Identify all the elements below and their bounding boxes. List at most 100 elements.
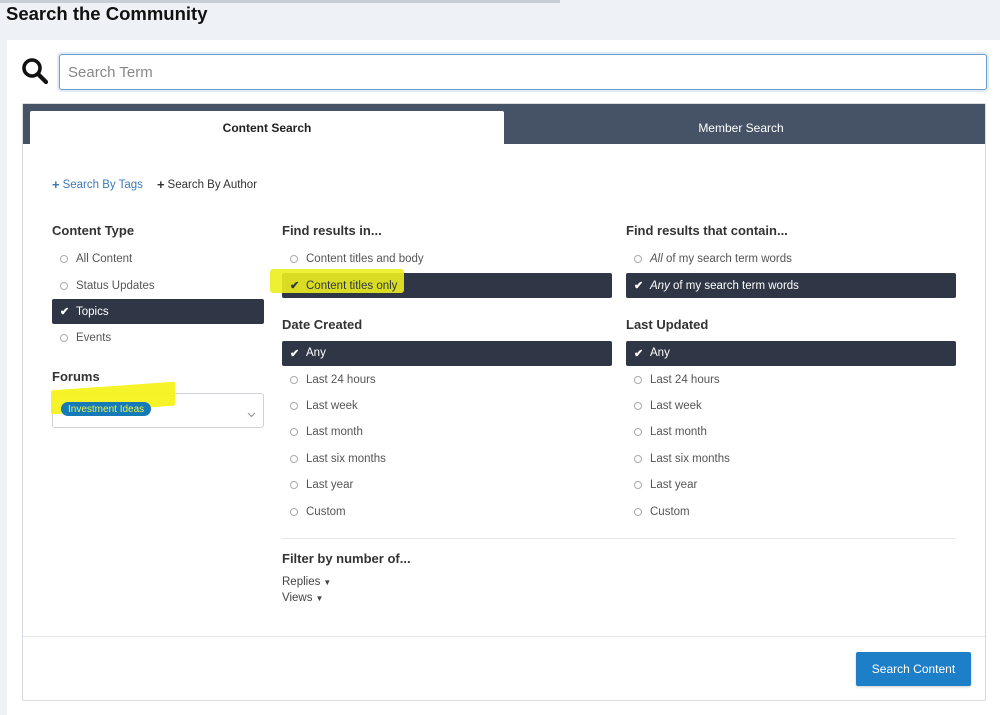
date-created-title: Date Created xyxy=(282,317,363,332)
content-type-title: Content Type xyxy=(52,223,135,238)
date-created-month[interactable]: Last month xyxy=(282,419,612,445)
last-updated-options: ✔ Any Last 24 hours Last week Last month … xyxy=(626,340,956,525)
option-label: Custom xyxy=(306,505,346,518)
check-icon: ✔ xyxy=(290,347,300,360)
last-updated-title: Last Updated xyxy=(626,317,709,332)
check-icon: ✔ xyxy=(634,280,644,293)
option-events[interactable]: Events xyxy=(52,325,264,351)
option-label: Any xyxy=(306,347,326,360)
search-input[interactable] xyxy=(59,54,987,90)
option-label: of my search term words xyxy=(662,253,792,266)
option-all-content[interactable]: All Content xyxy=(52,246,264,272)
date-created-six-months[interactable]: Last six months xyxy=(282,446,612,472)
caret-down-icon: ▼ xyxy=(323,577,332,587)
date-created-any[interactable]: ✔ Any xyxy=(282,340,612,366)
search-row xyxy=(21,54,987,90)
search-by-author-label: Search By Author xyxy=(167,178,258,191)
forum-chip-label: Investment Ideas xyxy=(68,403,145,415)
option-label: Last year xyxy=(306,479,354,492)
replies-filter[interactable]: Replies ▼ xyxy=(282,576,331,588)
option-label: Any xyxy=(650,347,670,360)
date-created-24h[interactable]: Last 24 hours xyxy=(282,366,612,392)
contain-options: All of my search term words ✔ Any of my s… xyxy=(626,246,956,299)
option-label: Last year xyxy=(650,479,698,492)
find-in-options: Content titles and body ✔ Content titles… xyxy=(270,246,612,299)
date-created-year[interactable]: Last year xyxy=(282,472,612,498)
option-label: Last six months xyxy=(650,452,730,465)
search-by-author-link[interactable]: + Search By Author xyxy=(157,177,257,192)
last-updated-custom[interactable]: Custom xyxy=(626,498,956,524)
chevron-down-icon xyxy=(247,406,256,418)
search-by-tags-label: Search By Tags xyxy=(62,178,143,191)
radio-icon xyxy=(634,428,642,437)
tab-member-search[interactable]: Member Search xyxy=(504,111,978,144)
search-option-links: + Search By Tags + Search By Author xyxy=(52,177,257,192)
option-label: of my search term words xyxy=(669,279,799,292)
last-updated-week[interactable]: Last week xyxy=(626,393,956,419)
plus-icon: + xyxy=(52,177,60,192)
content-type-options: All Content Status Updates ✔ Topics Event… xyxy=(52,246,264,352)
option-label: Last month xyxy=(650,426,707,439)
search-by-tags-link[interactable]: + Search By Tags xyxy=(52,177,143,192)
radio-icon xyxy=(60,334,68,343)
plus-icon: + xyxy=(156,177,165,192)
views-label: Views xyxy=(282,592,313,604)
option-label-emphasis: All xyxy=(650,253,663,266)
search-icon xyxy=(21,57,49,85)
check-icon: ✔ xyxy=(634,347,644,360)
option-label: Status Updates xyxy=(76,279,155,292)
option-titles-only[interactable]: ✔ Content titles only xyxy=(270,269,612,299)
date-created-options: ✔ Any Last 24 hours Last week Last month … xyxy=(282,340,612,525)
option-label: Content titles and body xyxy=(306,253,424,266)
radio-icon xyxy=(290,454,298,463)
option-label: Last six months xyxy=(306,452,386,465)
forums-title: Forums xyxy=(52,369,100,384)
radio-icon xyxy=(290,255,298,264)
option-label: Last 24 hours xyxy=(650,373,720,386)
option-label: Last month xyxy=(306,426,363,439)
option-topics[interactable]: ✔ Topics xyxy=(52,299,264,325)
option-label: Last 24 hours xyxy=(306,373,376,386)
option-label: All Content xyxy=(76,253,133,266)
radio-icon xyxy=(634,401,642,410)
radio-icon xyxy=(60,255,68,264)
search-panel: Content Search Member Search + Search By… xyxy=(22,103,986,701)
last-updated-24h[interactable]: Last 24 hours xyxy=(626,366,956,392)
radio-icon xyxy=(634,481,642,490)
date-created-week[interactable]: Last week xyxy=(282,393,612,419)
option-label: Content titles only xyxy=(306,279,398,292)
divider xyxy=(282,538,956,539)
radio-icon xyxy=(290,375,298,384)
radio-icon xyxy=(290,401,298,410)
date-created-custom[interactable]: Custom xyxy=(282,498,612,524)
option-all-words[interactable]: All of my search term words xyxy=(626,246,956,272)
radio-icon xyxy=(290,481,298,490)
replies-label: Replies xyxy=(282,576,321,588)
tab-content-search[interactable]: Content Search xyxy=(30,111,504,144)
views-filter[interactable]: Views ▼ xyxy=(282,592,323,604)
option-any-words[interactable]: ✔ Any of my search term words xyxy=(626,273,956,299)
forum-chip[interactable]: Investment Ideas xyxy=(61,402,152,416)
search-content-button[interactable]: Search Content xyxy=(856,652,971,686)
option-label: Last week xyxy=(306,399,358,412)
last-updated-year[interactable]: Last year xyxy=(626,472,956,498)
radio-icon xyxy=(60,281,68,290)
option-status-updates[interactable]: Status Updates xyxy=(52,272,264,298)
check-icon: ✔ xyxy=(290,280,300,293)
forums-select[interactable]: Investment Ideas xyxy=(51,381,264,428)
option-label: Events xyxy=(76,332,112,345)
last-updated-month[interactable]: Last month xyxy=(626,419,956,445)
option-label: Custom xyxy=(650,505,690,518)
search-card: Content Search Member Search + Search By… xyxy=(7,40,1000,715)
tab-bar: Content Search Member Search xyxy=(23,104,985,144)
radio-icon xyxy=(290,507,298,516)
option-label: Last week xyxy=(650,399,702,412)
check-icon: ✔ xyxy=(60,306,70,319)
find-in-title: Find results in... xyxy=(282,223,382,238)
radio-icon xyxy=(290,428,298,437)
option-label: Topics xyxy=(76,305,109,318)
contain-title: Find results that contain... xyxy=(626,223,788,238)
last-updated-any[interactable]: ✔ Any xyxy=(626,340,956,366)
last-updated-six-months[interactable]: Last six months xyxy=(626,446,956,472)
radio-icon xyxy=(634,375,642,384)
